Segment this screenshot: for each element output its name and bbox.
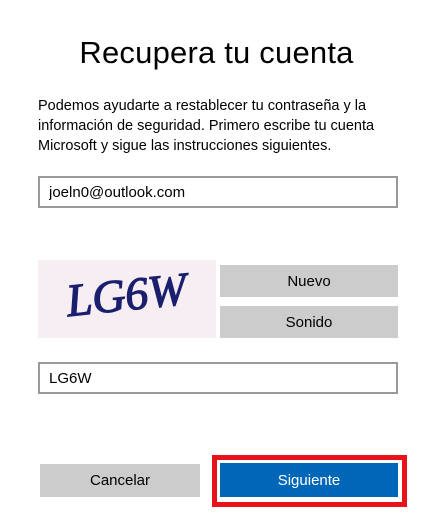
email-field[interactable] [38,176,398,208]
next-button[interactable]: Siguiente [220,463,398,497]
captcha-input[interactable] [38,362,398,394]
audio-captcha-button[interactable]: Sonido [220,306,398,338]
new-captcha-button[interactable]: Nuevo [220,265,398,297]
page-title: Recupera tu cuenta [79,34,354,70]
captcha-drawing: LG6W [62,262,193,327]
instructions-text: Podemos ayudarte a restablecer tu contra… [38,98,375,154]
cancel-button[interactable]: Cancelar [40,464,200,497]
captcha-image: LG6W [38,260,216,338]
captcha-text: LG6W [63,263,192,327]
